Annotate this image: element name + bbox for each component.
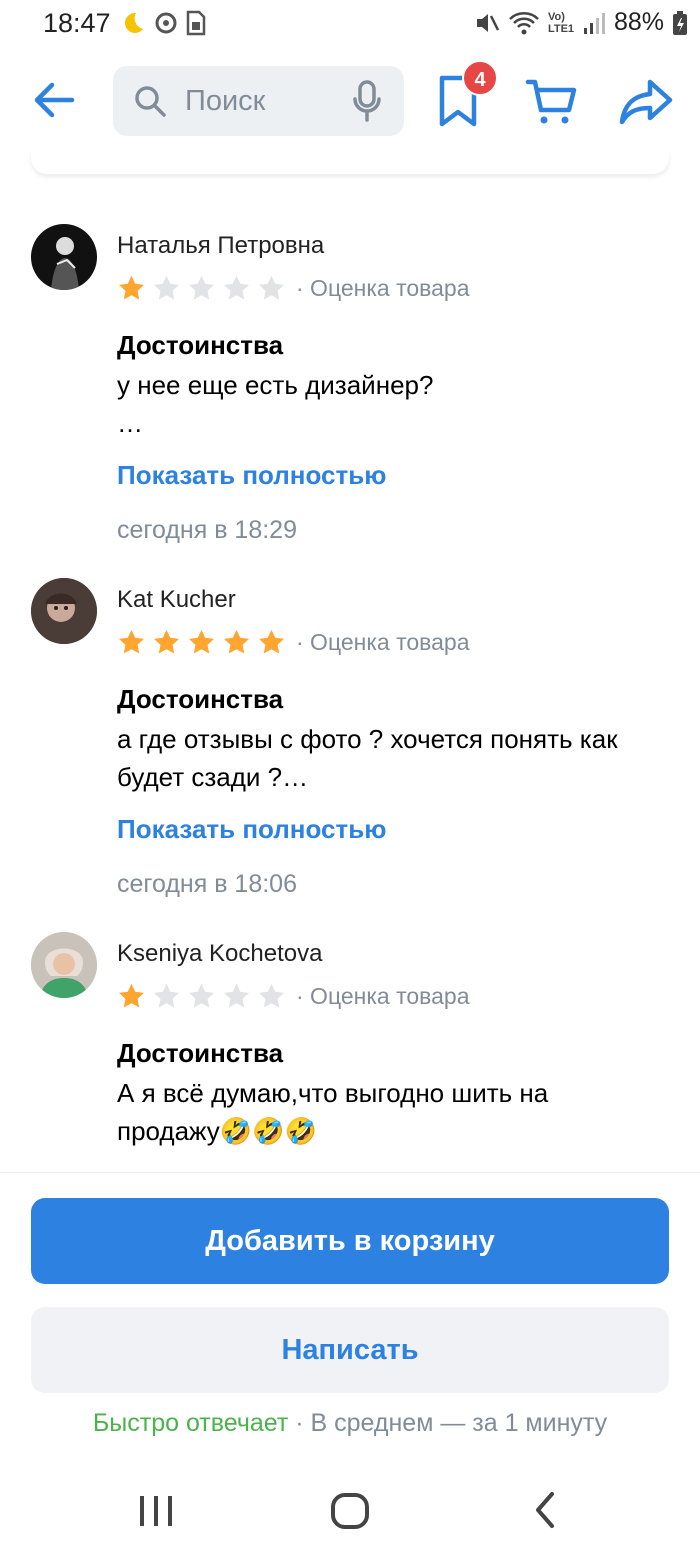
star-empty-icon — [259, 275, 284, 300]
status-left-icons — [120, 10, 206, 36]
status-time: 18:47 — [43, 8, 111, 38]
review-text: А я всё думаю,что выгодно шить на продаж… — [117, 1078, 549, 1146]
star-filled-icon — [119, 629, 144, 654]
review-author[interactable]: Kat Kucher — [117, 586, 236, 614]
top-bar: Поиск 4 — [0, 60, 700, 140]
arrow-left-icon — [34, 82, 75, 118]
rating-stars: · Оценка товара — [117, 628, 470, 657]
rating-stars: · Оценка товара — [117, 274, 470, 303]
review-section-title: Достоинства — [117, 684, 284, 714]
review-section-title: Достоинства — [117, 330, 284, 360]
reply-time-info: Быстро отвечает · В среднем — за 1 минут… — [0, 1409, 700, 1438]
star-empty-icon — [224, 275, 249, 300]
review-date: сегодня в 18:29 — [117, 516, 297, 544]
share-button[interactable] — [618, 74, 674, 130]
avatar[interactable] — [31, 578, 97, 644]
fast-reply-label: Быстро отвечает — [92, 1409, 289, 1437]
review-text: у нее еще есть дизайнер? … — [117, 370, 434, 438]
star-filled-icon — [224, 629, 249, 654]
search-icon — [135, 86, 166, 117]
rating-label: · Оценка товара — [296, 983, 470, 1009]
status-bar: 18:47 Vo) LTE1 88% — [0, 0, 700, 50]
battery-percent: 88% — [613, 8, 664, 36]
review-author[interactable]: Kseniya Kochetova — [117, 940, 322, 968]
average-reply-label: · В среднем — за 1 минуту — [288, 1409, 608, 1437]
star-filled-icon — [189, 629, 214, 654]
review-text: а где отзывы с фото ? хочется понять как… — [117, 724, 618, 792]
bottom-action-panel: Добавить в корзину Написать Быстро отвеч… — [0, 1172, 700, 1472]
signal-icon — [583, 12, 605, 34]
back-button[interactable] — [28, 74, 80, 126]
review-author[interactable]: Наталья Петровна — [117, 232, 324, 260]
status-right: Vo) LTE1 88% — [474, 8, 688, 37]
bookmarks-badge: 4 — [462, 60, 498, 96]
rating-label: · Оценка товара — [296, 629, 470, 655]
mute-icon — [476, 13, 500, 32]
add-to-cart-button[interactable]: Добавить в корзину — [31, 1198, 669, 1284]
share-icon — [619, 79, 673, 125]
avatar[interactable] — [31, 932, 97, 998]
star-empty-icon — [259, 983, 284, 1008]
star-empty-icon — [189, 983, 214, 1008]
back-nav-icon[interactable] — [530, 1490, 560, 1530]
star-empty-icon — [154, 983, 179, 1008]
battery-icon — [673, 10, 687, 35]
moon-icon — [125, 12, 143, 33]
star-filled-icon — [119, 275, 144, 300]
star-filled-icon — [119, 983, 144, 1008]
network-label: Vo) LTE1 — [547, 10, 575, 35]
cart-icon — [525, 79, 577, 124]
rating-stars: · Оценка товара — [117, 982, 470, 1011]
search-input[interactable]: Поиск — [113, 66, 404, 136]
write-button[interactable]: Написать — [31, 1307, 669, 1393]
show-more-link[interactable]: Показать полностью — [117, 460, 386, 491]
microphone-icon[interactable] — [352, 80, 382, 122]
review-section-title: Достоинства — [117, 1038, 284, 1068]
review-date: сегодня в 18:06 — [117, 870, 297, 898]
star-filled-icon — [259, 629, 284, 654]
show-more-link[interactable]: Показать полностью — [117, 814, 386, 845]
product-card-edge — [31, 150, 669, 174]
cart-button[interactable] — [524, 74, 580, 130]
recent-apps-icon[interactable] — [138, 1494, 174, 1528]
search-placeholder: Поиск — [185, 85, 266, 117]
star-filled-icon — [154, 629, 179, 654]
system-nav-bar — [0, 1472, 700, 1556]
sync-icon — [155, 12, 177, 34]
star-empty-icon — [189, 275, 214, 300]
star-empty-icon — [224, 983, 249, 1008]
home-icon[interactable] — [330, 1492, 370, 1530]
wifi-icon — [509, 11, 539, 34]
star-empty-icon — [154, 275, 179, 300]
rating-label: · Оценка товара — [296, 275, 470, 301]
sim-icon — [186, 10, 206, 36]
avatar[interactable] — [31, 224, 97, 290]
